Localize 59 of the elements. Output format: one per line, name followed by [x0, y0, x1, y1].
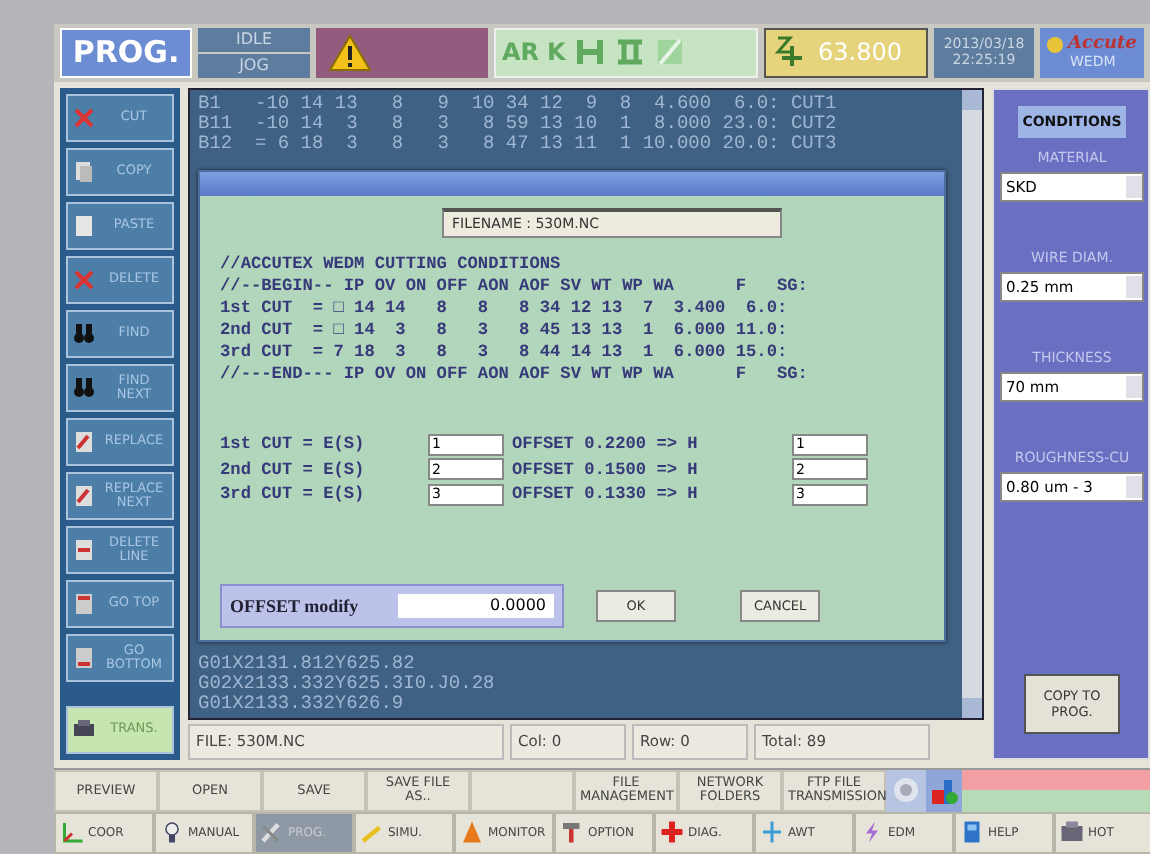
page-icon [72, 429, 96, 454]
condition-line: //ACCUTEX WEDM CUTTING CONDITIONS [220, 253, 563, 276]
page-icon [72, 591, 96, 616]
stack-icon [72, 717, 96, 742]
scrollbar[interactable] [962, 89, 982, 718]
cross-icon [72, 267, 96, 292]
page-icon [72, 159, 96, 184]
condition-line: 1st CUT = □ 14 14 8 8 8 34 12 13 7 3.400 6.0: [220, 297, 790, 320]
code-line: G01X2131.812Y625.82 [198, 653, 417, 674]
bulb-icon [160, 820, 184, 845]
cross-icon [72, 105, 96, 130]
round-button[interactable] [886, 769, 926, 812]
page-icon [72, 483, 96, 508]
condition-line: 2nd CUT = □ 14 3 8 3 8 45 13 13 1 6.000 11.0: [220, 319, 790, 342]
binoculars-icon [72, 321, 96, 346]
clamp-icon [573, 36, 606, 69]
logo-text: Accute [1068, 34, 1137, 55]
offset-label: OFFSET 0.1330 => H [512, 484, 700, 507]
code-line: B1 -10 14 13 8 9 10 34 12 9 8 4.600 6.0: CUT1 [198, 93, 839, 114]
cross-icon [660, 820, 684, 845]
page-icon [72, 645, 96, 670]
cone-icon [460, 820, 484, 845]
code-line: G02X2133.332Y625.3I0.J0.28 [198, 673, 497, 694]
offset-modify-label: OFFSET modify [230, 595, 359, 616]
page-icon [72, 213, 96, 238]
page-icon [72, 537, 96, 562]
cut-label: 3rd CUT = E(S) [220, 484, 367, 507]
mode-label: PROG. [60, 28, 192, 78]
machine-state: IDLE [198, 28, 310, 52]
shapes-icon [930, 774, 958, 807]
offset-label: OFFSET 0.1500 => H [512, 459, 700, 482]
cut-label: 1st CUT = E(S) [220, 434, 367, 457]
machine-state: JOG [198, 53, 310, 78]
blank-button[interactable] [470, 769, 574, 812]
machine-icon [1060, 820, 1084, 845]
code-line: B11 -10 14 3 8 3 8 59 13 10 1 8.000 23.0: CUT2 [198, 113, 839, 134]
book-icon [960, 820, 984, 845]
offset-input[interactable]: 0.0000 [398, 593, 554, 618]
z-position-value: 63.800 [818, 38, 902, 67]
axes-icon [60, 820, 84, 845]
circle-icon [892, 776, 920, 805]
code-line: G01X2133.332Y626.9 [198, 693, 406, 714]
status-label: K [547, 38, 566, 67]
cut-label: 2nd CUT = E(S) [220, 459, 367, 482]
chart-button[interactable] [926, 769, 962, 812]
bracket-icon [613, 36, 646, 69]
condition-line: //---END--- IP OV ON OFF AON AOF SV WT WP WA F SG: [220, 363, 810, 386]
code-line: B12 = 6 18 3 8 3 8 47 13 11 1 10.000 20.0: CUT3 [198, 133, 839, 154]
globe-icon [1046, 35, 1064, 54]
status-label: AR [502, 38, 540, 67]
binoculars-icon [72, 375, 96, 400]
condition-line: 3rd CUT = 7 18 3 8 3 8 44 14 13 1 6.000 15.0: [220, 341, 790, 364]
offset-label: OFFSET 0.2200 => H [512, 434, 700, 457]
axis-arrows-icon [774, 34, 806, 71]
slash-icon [653, 36, 686, 69]
condition-line: //--BEGIN-- IP OV ON OFF AON AOF SV WT WP WA F SG: [220, 275, 810, 298]
hammer-icon [560, 820, 584, 845]
warning-icon [328, 33, 372, 72]
code-editor[interactable] [188, 87, 984, 720]
